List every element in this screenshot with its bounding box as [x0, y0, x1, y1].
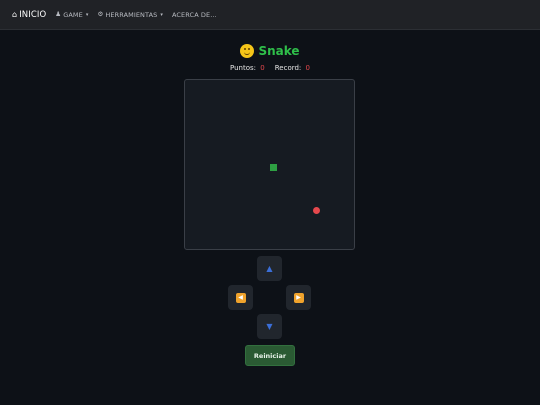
- nav-home-link[interactable]: ⌂ INICIO: [12, 10, 46, 20]
- nav-tools-dropdown[interactable]: ⚙ HERRAMIENTAS ▾: [97, 11, 163, 19]
- move-down-button[interactable]: ▼: [257, 314, 282, 339]
- record-label: Record:: [274, 64, 302, 72]
- home-icon: ⌂: [12, 9, 18, 19]
- money-mouth-face-icon: [240, 44, 255, 58]
- chevron-down-icon: ▾: [85, 11, 89, 18]
- move-left-button[interactable]: ◀: [228, 285, 253, 310]
- gamepad-icon: ♟: [55, 10, 62, 19]
- game-title: Snake: [0, 44, 540, 58]
- food-item: [313, 207, 320, 214]
- nav-tools-label: HERRAMIENTAS: [105, 10, 158, 19]
- gear-icon: ⚙: [97, 10, 104, 19]
- game-board[interactable]: [184, 79, 355, 250]
- score-label: Puntos:: [230, 64, 257, 72]
- chevron-down-icon: ▾: [160, 11, 163, 18]
- arrow-left-icon: ◀: [235, 292, 246, 303]
- snake-head: [270, 164, 277, 171]
- game-title-text: Snake: [258, 44, 300, 58]
- arrow-up-icon: ▲: [266, 263, 273, 273]
- nav-game-dropdown[interactable]: ♟ GAME ▾: [55, 11, 88, 19]
- move-right-button[interactable]: ▶: [286, 285, 311, 310]
- nav-about-link[interactable]: ACERCA DE...: [172, 11, 217, 19]
- nav-home-label: INICIO: [19, 9, 47, 20]
- top-navbar: ⌂ INICIO ♟ GAME ▾ ⚙ HERRAMIENTAS ▾ ACERC…: [0, 0, 540, 30]
- score-bar: Puntos: 0 Record: 0: [0, 64, 540, 72]
- restart-button[interactable]: Reiniciar: [245, 345, 295, 366]
- score-group: Puntos: 0: [230, 64, 265, 72]
- arrow-right-icon: ▶: [293, 292, 304, 303]
- nav-game-label: GAME: [63, 10, 83, 19]
- score-value: 0: [260, 64, 265, 72]
- move-up-button[interactable]: ▲: [257, 256, 282, 281]
- arrow-down-icon: ▼: [266, 321, 273, 331]
- nav-about-label: ACERCA DE...: [171, 10, 217, 19]
- record-group: Record: 0: [275, 64, 310, 72]
- record-value: 0: [305, 64, 310, 72]
